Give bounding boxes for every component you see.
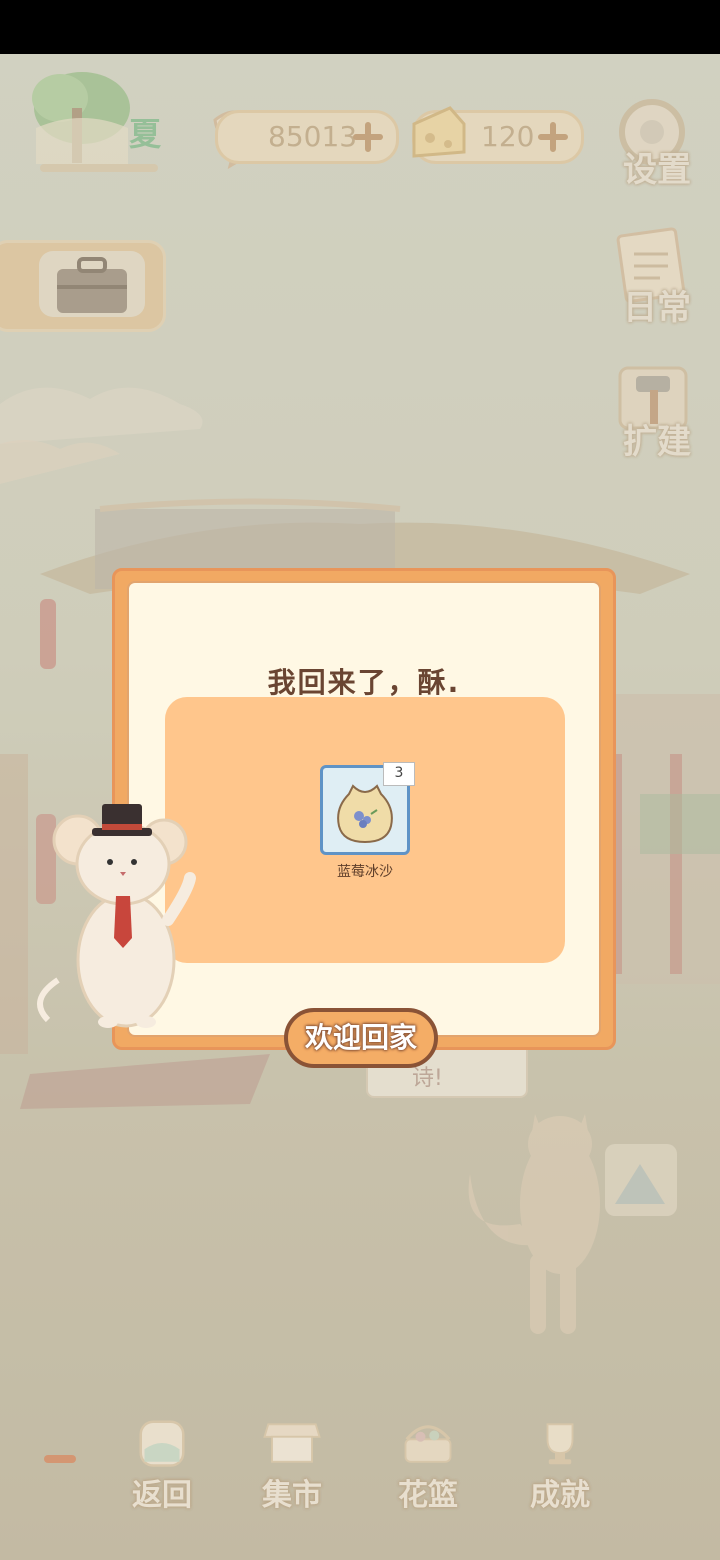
nav-market-label: 集市: [262, 1478, 322, 1513]
nav-back-label: 返回: [132, 1478, 192, 1513]
nav-achievements-label: 成就: [530, 1478, 590, 1513]
mouse-butler-character: [37, 804, 196, 1028]
reward-item-name: 蓝莓冰沙: [337, 864, 393, 880]
collapse-handle[interactable]: [44, 1455, 76, 1463]
reward-item-card[interactable]: 3: [320, 762, 415, 855]
market-stall-icon: [263, 1423, 321, 1463]
window-icon: [139, 1420, 185, 1467]
nav-achievements-button[interactable]: 成就: [512, 1418, 608, 1514]
status-bar: [0, 0, 720, 54]
flower-basket-icon: [404, 1425, 452, 1463]
reward-item-count: 3: [383, 762, 415, 786]
reward-panel: 3 蓝莓冰沙: [165, 697, 565, 963]
trophy-icon: [546, 1423, 574, 1465]
welcome-home-button[interactable]: 欢迎回家: [284, 1008, 438, 1068]
nav-market-button[interactable]: 集市: [244, 1418, 340, 1514]
dialog-title: 我回来了，酥.: [267, 666, 461, 699]
nav-basket-button[interactable]: 花篮: [380, 1418, 476, 1514]
nav-basket-label: 花篮: [398, 1478, 458, 1513]
welcome-home-label: 欢迎回家: [304, 1021, 417, 1054]
game-screen: { "hud": { "season": "夏", "currency_fish…: [0, 0, 720, 1560]
nav-back-button[interactable]: 返回: [114, 1418, 210, 1514]
